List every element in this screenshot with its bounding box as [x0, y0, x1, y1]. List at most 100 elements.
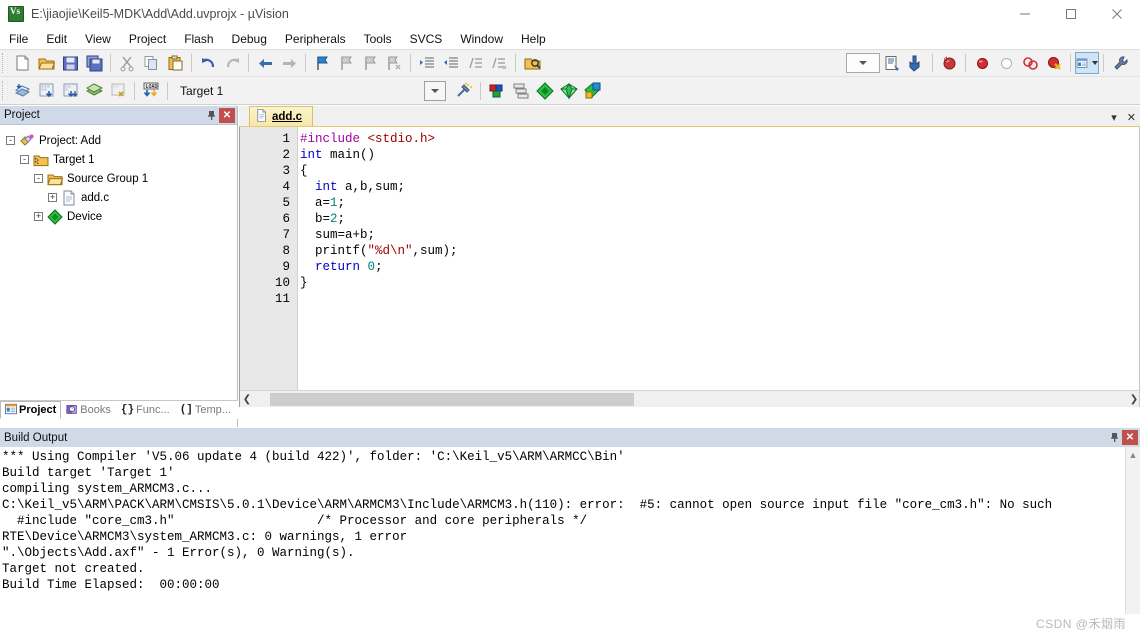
- cut-icon: [115, 52, 139, 74]
- pack-installer-icon[interactable]: [557, 80, 581, 102]
- chevron-right-icon[interactable]: ❯: [1127, 392, 1140, 407]
- expander-icon[interactable]: -: [6, 136, 15, 145]
- manage-project-items-icon[interactable]: [485, 80, 509, 102]
- target-dropdown-icon[interactable]: [424, 81, 446, 101]
- tree-item-source-group[interactable]: - Source Group 1: [6, 169, 237, 188]
- close-icon[interactable]: ✕: [1122, 430, 1138, 445]
- menu-item-file[interactable]: File: [0, 30, 37, 48]
- expander-icon[interactable]: -: [20, 155, 29, 164]
- tree-item-label: add.c: [81, 192, 109, 204]
- chevron-down-icon[interactable]: ▾: [1111, 111, 1117, 124]
- new-file-icon[interactable]: [10, 52, 34, 74]
- translate-icon[interactable]: [10, 80, 34, 102]
- target-icon: [33, 152, 49, 168]
- minimize-button[interactable]: [1002, 0, 1048, 28]
- menu-item-peripherals[interactable]: Peripherals: [276, 30, 355, 48]
- open-folder-ext-icon[interactable]: [520, 52, 544, 74]
- line-number: 3: [240, 163, 294, 179]
- build-output-title: Build Output: [4, 432, 67, 444]
- paste-icon[interactable]: [163, 52, 187, 74]
- tab-templates[interactable]: (] Temp...: [175, 401, 236, 419]
- code-text: int main(): [294, 147, 375, 163]
- close-button[interactable]: [1094, 0, 1140, 28]
- svg-text:d: d: [944, 57, 947, 63]
- tab-label: Books: [80, 404, 111, 416]
- expander-icon[interactable]: +: [34, 212, 43, 221]
- tree-item-project[interactable]: - Project: Add: [6, 131, 237, 150]
- editor-horizontal-scrollbar[interactable]: ❮ ❯: [240, 390, 1140, 407]
- tree-item-target[interactable]: - Target 1: [6, 150, 237, 169]
- toolbar-grip[interactable]: [2, 81, 8, 101]
- toolbar-separator: [248, 54, 249, 72]
- tree-item-device[interactable]: + Device: [6, 207, 237, 226]
- toolbar-grip[interactable]: [2, 53, 8, 73]
- build-output-text: *** Using Compiler 'V5.06 update 4 (buil…: [0, 447, 1140, 614]
- chevron-left-icon[interactable]: ❮: [240, 392, 254, 407]
- chevron-down-icon[interactable]: [1092, 61, 1098, 65]
- goto-definition-icon[interactable]: [904, 52, 928, 74]
- scrollbar-track[interactable]: [254, 392, 1127, 407]
- bookmark-clear-icon: [382, 52, 406, 74]
- download-icon[interactable]: LOAD: [139, 80, 163, 102]
- toolbar-separator: [305, 54, 306, 72]
- manage-run-time-env-icon[interactable]: [509, 80, 533, 102]
- undo-icon[interactable]: [196, 52, 220, 74]
- tree-item-add-c[interactable]: + add.c: [6, 188, 237, 207]
- open-file-icon[interactable]: [34, 52, 58, 74]
- scrollbar-thumb[interactable]: [270, 393, 634, 406]
- close-icon[interactable]: ✕: [1127, 111, 1136, 124]
- code-text: printf("%d\n",sum);: [294, 243, 458, 259]
- project-panel-header: Project ✕: [0, 106, 237, 125]
- code-editor[interactable]: 1#include <stdio.h>2int main()3{4 int a,…: [239, 127, 1140, 407]
- disable-breakpoint-icon[interactable]: [1018, 52, 1042, 74]
- build-output-scrollbar[interactable]: ▲: [1125, 447, 1140, 614]
- configure-icon[interactable]: [1108, 52, 1132, 74]
- navigate-back-icon[interactable]: [253, 52, 277, 74]
- line-number: 9: [240, 259, 294, 275]
- multi-project-icon[interactable]: [581, 80, 605, 102]
- project-window-icon[interactable]: [1075, 52, 1099, 74]
- batch-build-icon[interactable]: [82, 80, 106, 102]
- toolbar-combo-dropdown[interactable]: [846, 53, 880, 73]
- enable-disable-breakpoints-icon[interactable]: [1042, 52, 1066, 74]
- save-icon[interactable]: [58, 52, 82, 74]
- bookmark-toggle-icon[interactable]: [310, 52, 334, 74]
- maximize-button[interactable]: [1048, 0, 1094, 28]
- tab-project[interactable]: Project: [0, 401, 61, 419]
- kill-all-breakpoints-icon[interactable]: [994, 52, 1018, 74]
- insert-breakpoint-icon[interactable]: [970, 52, 994, 74]
- target-selector[interactable]: Target 1: [172, 80, 292, 102]
- rebuild-icon[interactable]: [58, 80, 82, 102]
- find-in-files-icon[interactable]: [880, 52, 904, 74]
- editor-tab-label: add.c: [272, 111, 302, 123]
- debug-start-icon[interactable]: d: [937, 52, 961, 74]
- editor-tab-add-c[interactable]: add.c: [249, 106, 313, 126]
- pin-icon[interactable]: [1106, 430, 1122, 446]
- expander-icon[interactable]: -: [34, 174, 43, 183]
- select-software-packs-icon[interactable]: [533, 80, 557, 102]
- expander-icon[interactable]: +: [48, 193, 57, 202]
- build-output-header: Build Output ✕: [0, 428, 1140, 447]
- menu-item-window[interactable]: Window: [451, 30, 512, 48]
- build-icon[interactable]: [34, 80, 58, 102]
- build-output-line: #include "core_cm3.h" /* Processor and c…: [2, 513, 1140, 529]
- tab-books[interactable]: ? Books: [61, 401, 116, 419]
- outdent-icon: [439, 52, 463, 74]
- code-text: #include <stdio.h>: [294, 131, 435, 147]
- menu-item-view[interactable]: View: [76, 30, 120, 48]
- menu-item-project[interactable]: Project: [120, 30, 175, 48]
- menu-item-flash[interactable]: Flash: [175, 30, 222, 48]
- menu-item-debug[interactable]: Debug: [223, 30, 276, 48]
- scroll-up-icon[interactable]: ▲: [1126, 447, 1140, 462]
- redo-icon: [220, 52, 244, 74]
- save-all-icon[interactable]: [82, 52, 106, 74]
- close-icon[interactable]: ✕: [219, 108, 235, 123]
- pin-icon[interactable]: [203, 107, 219, 123]
- options-target-icon[interactable]: [452, 80, 476, 102]
- line-number: 11: [240, 291, 294, 307]
- menu-item-edit[interactable]: Edit: [37, 30, 76, 48]
- menu-item-tools[interactable]: Tools: [355, 30, 401, 48]
- menu-item-svcs[interactable]: SVCS: [401, 30, 452, 48]
- menu-item-help[interactable]: Help: [512, 30, 555, 48]
- tab-functions[interactable]: {} Func...: [116, 401, 175, 419]
